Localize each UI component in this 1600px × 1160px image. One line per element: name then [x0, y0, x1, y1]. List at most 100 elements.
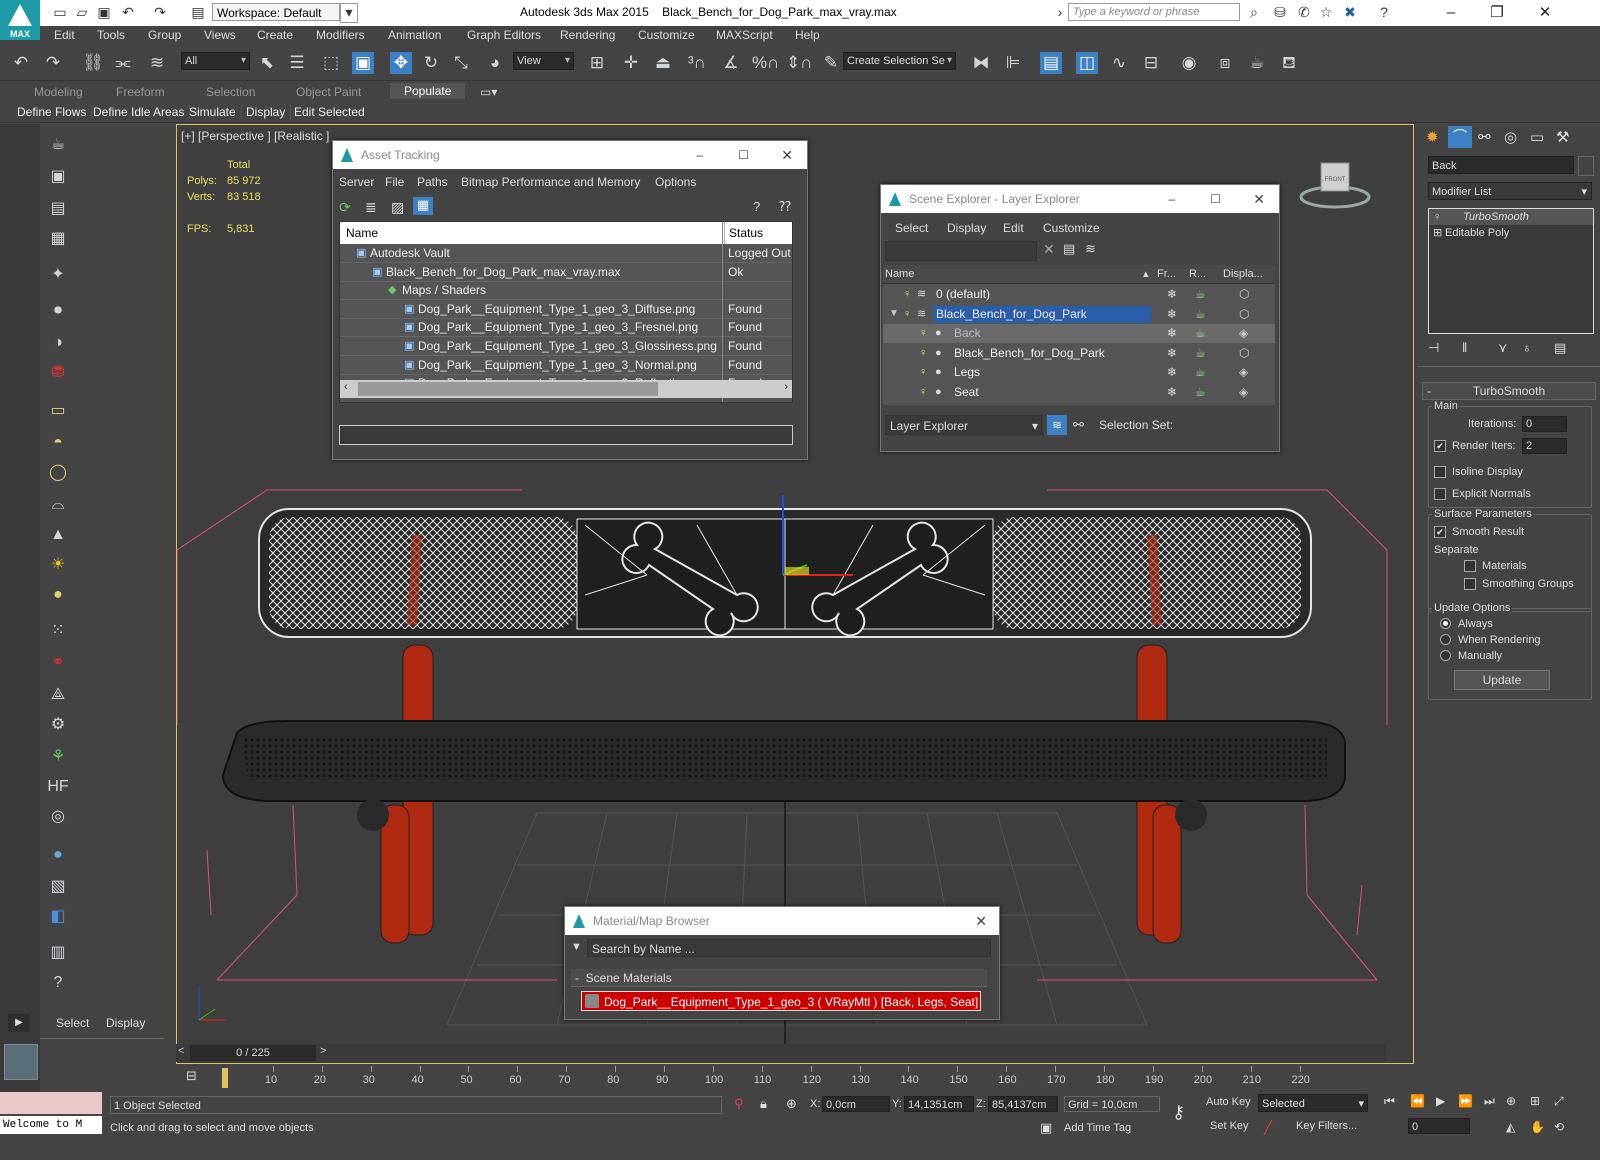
smoothing-groups-checkbox[interactable]	[1464, 578, 1476, 590]
materials-checkbox[interactable]	[1464, 560, 1476, 572]
auto-key-button[interactable]: Auto Key	[1206, 1096, 1251, 1108]
asset-tracking-window[interactable]: Asset Tracking – ☐ ✕ Server File Paths B…	[332, 140, 808, 460]
turbosmooth-rollout-header[interactable]: - TurboSmooth	[1422, 382, 1596, 400]
thumbnail-view-icon[interactable]: ▨	[391, 199, 404, 216]
scene-materials-group[interactable]: - Scene Materials	[571, 969, 987, 987]
freeze-icon[interactable]: ❄	[1167, 285, 1177, 303]
visibility-lightbulb-icon[interactable]: ♀	[919, 344, 927, 362]
display-button[interactable]: Display	[241, 105, 292, 119]
document-icon[interactable]: ▤	[47, 198, 69, 220]
material-editor-icon[interactable]: ◉	[1178, 52, 1200, 74]
selection-filter-dropdown[interactable]: All	[181, 52, 250, 70]
layer-row[interactable]: ♀ ● Black_Bench_for_Dog_Park ❄ ☕ ⬡	[883, 343, 1275, 363]
grass-icon[interactable]: ⚘	[47, 746, 69, 768]
refresh-icon[interactable]: ⟳	[339, 199, 351, 216]
project-folder-icon[interactable]: ▤	[190, 4, 206, 20]
menu-graph-editors[interactable]: Graph Editors	[467, 28, 541, 42]
zoom-all-icon[interactable]: ⊞	[1530, 1094, 1540, 1108]
motion-tab-icon[interactable]: ◎	[1504, 128, 1517, 146]
maximize-icon[interactable]: ☐	[1210, 185, 1221, 213]
when-rendering-radio[interactable]	[1440, 634, 1451, 645]
col-status-header[interactable]: Status	[724, 222, 763, 244]
exchange-icon[interactable]: ✖	[1342, 4, 1358, 20]
keyboard-shortcut-override-icon[interactable]: ⏏	[652, 52, 674, 74]
scene-explorer-window[interactable]: Scene Explorer - Layer Explorer – ☐ ✕ Se…	[880, 184, 1280, 452]
hierarchy-tab-icon[interactable]: ⚯	[1478, 128, 1491, 146]
helper-icon[interactable]: ◑	[47, 332, 69, 354]
asset-path-field[interactable]	[339, 425, 793, 445]
modify-tab-icon[interactable]: ⌒	[1448, 126, 1472, 148]
select-by-name-icon[interactable]: ☰	[286, 52, 308, 74]
go-to-end-icon[interactable]: ⏭	[1484, 1094, 1495, 1109]
previous-frame-icon[interactable]: ⏪	[1410, 1094, 1425, 1108]
freeze-icon[interactable]: ❄	[1167, 363, 1177, 381]
open-file-icon[interactable]: ▱	[74, 4, 90, 20]
col-render-header[interactable]: R...	[1189, 265, 1206, 283]
display-mode-icon[interactable]: ◈	[1239, 324, 1248, 342]
asset-row[interactable]: ◆ Maps / Shaders	[340, 281, 792, 301]
menu-rendering[interactable]: Rendering	[560, 28, 615, 42]
stack-item-turbosmooth[interactable]: ♀ TurboSmooth	[1429, 209, 1593, 225]
layer-stack-icon[interactable]: ≋	[1085, 241, 1096, 257]
layer-row[interactable]: ▼ ♀ ≋ Black_Bench_for_Dog_Park ❄ ☕ ⬡	[883, 304, 1275, 324]
play-icon[interactable]: ▶	[1436, 1094, 1445, 1108]
material-search-input[interactable]: Search by Name ...	[587, 939, 991, 957]
lightbulb-icon[interactable]: ♀	[1433, 209, 1441, 225]
select-and-rotate-icon[interactable]: ↻	[420, 52, 442, 74]
bind-space-warp-icon[interactable]: ≋	[146, 52, 168, 74]
table-view-icon[interactable]: ▦	[413, 197, 433, 215]
list-view-icon[interactable]: ≣	[365, 199, 377, 216]
sphere-icon[interactable]: ◯	[47, 462, 69, 484]
menu-edit[interactable]: Edit	[54, 28, 75, 42]
unlink-icon[interactable]: ⫘	[112, 52, 134, 74]
display-mode-icon[interactable]: ◈	[1239, 383, 1248, 401]
asset-tracking-titlebar[interactable]: Asset Tracking – ☐ ✕	[333, 141, 807, 169]
asset-row[interactable]: ▣ Dog_Park__Equipment_Type_1_geo_3_Fresne…	[340, 318, 792, 338]
field-of-view-icon[interactable]: ◭	[1506, 1120, 1515, 1134]
make-unique-icon[interactable]: ⋎	[1498, 340, 1508, 356]
scene-search-input[interactable]	[885, 241, 1037, 261]
y-coordinate-field[interactable]: 14,1351cm	[904, 1096, 974, 1112]
angle-snap-icon[interactable]: ∡	[720, 52, 742, 74]
clear-search-icon[interactable]: ✕	[1043, 241, 1055, 258]
explorer-type-dropdown[interactable]: Layer Explorer ▾	[885, 415, 1043, 435]
utility-icon[interactable]: ▥	[47, 942, 69, 964]
menu-animation[interactable]: Animation	[388, 28, 441, 42]
layer-row[interactable]: ♀ ● Legs ❄ ☕ ◈	[883, 363, 1275, 383]
save-icon[interactable]: ▣	[96, 4, 112, 20]
tab-freeform[interactable]: Freeform	[116, 85, 165, 99]
reference-coordinate-dropdown[interactable]: View	[513, 52, 574, 70]
visibility-lightbulb-icon[interactable]: ♀	[903, 305, 911, 323]
zoom-icon[interactable]: ⊕	[1506, 1094, 1516, 1108]
sun-icon[interactable]: ☀	[47, 554, 69, 576]
time-tag-icon[interactable]: ▣	[1040, 1120, 1052, 1136]
define-flows-button[interactable]: Define Flows	[12, 105, 93, 119]
render-production-icon[interactable]: ⛾	[1278, 52, 1300, 74]
manually-radio[interactable]	[1440, 650, 1451, 661]
col-name-header[interactable]: Name	[346, 222, 378, 244]
place-icon[interactable]: ◕	[484, 52, 506, 74]
grid-object-icon[interactable]: ⟁	[47, 684, 69, 706]
isoline-display-checkbox[interactable]	[1434, 466, 1446, 478]
render-setup-icon[interactable]: ⧈	[1214, 52, 1236, 74]
tab-modeling[interactable]: Modeling	[34, 85, 83, 99]
freeze-icon[interactable]: ❄	[1167, 324, 1177, 342]
tab-object-paint[interactable]: Object Paint	[296, 85, 361, 99]
help-icon[interactable]: ?	[1376, 4, 1392, 20]
expand-arrow-icon[interactable]: ▶	[8, 1014, 30, 1032]
menu-group[interactable]: Group	[148, 28, 181, 42]
camera-icon[interactable]: ⏺	[47, 300, 69, 322]
named-selection-set-dropdown[interactable]: Create Selection Se	[843, 52, 956, 70]
smooth-result-checkbox[interactable]: ✔	[1434, 526, 1446, 538]
menu-help[interactable]: Help	[795, 28, 820, 42]
display-mode-icon[interactable]: ◈	[1239, 363, 1248, 381]
display-tab[interactable]: Display	[106, 1016, 145, 1030]
asset-row[interactable]: ▣ Dog_Park__Equipment_Type_1_geo_3_Normal…	[340, 356, 792, 375]
always-radio[interactable]	[1440, 618, 1451, 629]
z-coordinate-field[interactable]: 85,4137cm	[988, 1096, 1058, 1112]
edit-selected-button[interactable]: Edit Selected	[289, 105, 370, 119]
help-icon[interactable]: ?	[47, 972, 69, 994]
pin-stack-icon[interactable]: ⊣	[1428, 340, 1439, 356]
simulate-button[interactable]: Simulate	[184, 105, 242, 119]
prev-frame-icon[interactable]: <	[178, 1045, 184, 1057]
